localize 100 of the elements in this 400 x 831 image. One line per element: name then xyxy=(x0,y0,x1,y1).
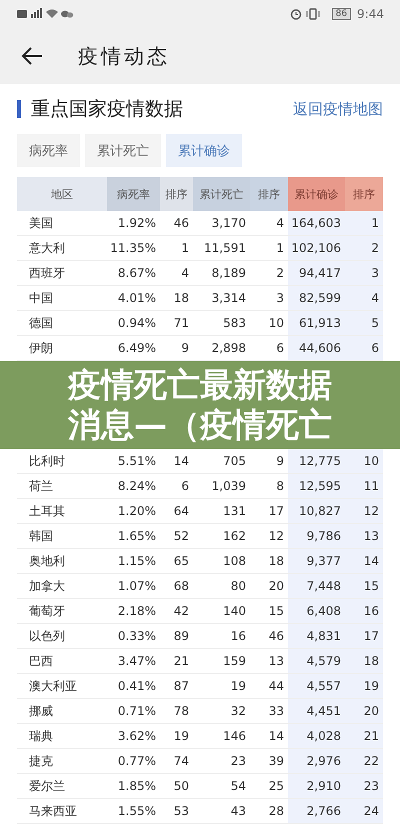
table-cell-text: 瑞典 xyxy=(28,728,54,744)
table-cell-text: 4 xyxy=(180,265,190,282)
table-cell-text: 6 xyxy=(275,340,285,357)
column-header[interactable]: 排序 xyxy=(345,177,383,211)
column-header[interactable]: 累计死亡 xyxy=(193,177,250,211)
table-cell-text: 3,170 xyxy=(210,215,247,232)
table-cell-text: 80 xyxy=(230,578,247,595)
table-cell: 23 xyxy=(345,774,383,798)
table-cell: 9,786 xyxy=(288,524,345,548)
table-cell-text: 162 xyxy=(222,528,247,545)
table-cell-text: 17 xyxy=(268,503,285,520)
table-cell-text: 1.65% xyxy=(116,528,157,545)
table-cell-text: 伊朗 xyxy=(28,340,54,356)
table-cell-text: 65 xyxy=(172,553,190,570)
table-cell: 13 xyxy=(345,524,383,548)
filter-tab[interactable]: 累计确诊 xyxy=(166,134,242,167)
table-cell-text: 13 xyxy=(268,653,285,670)
table-cell: 10,827 xyxy=(288,499,345,523)
table-cell-text: 89 xyxy=(172,628,190,645)
table-cell-text: 28 xyxy=(268,803,285,820)
table-cell: 21 xyxy=(345,724,383,748)
table-cell-text: 20 xyxy=(268,578,285,595)
table-cell-text: 韩国 xyxy=(28,528,54,544)
table-cell-text: 32 xyxy=(230,703,247,720)
column-header[interactable]: 排序 xyxy=(250,177,288,211)
banner-title: 疫情死亡最新数据消息—（疫情死亡 xyxy=(66,365,333,445)
table-cell-text: 8.67% xyxy=(116,265,157,282)
table-cell-text: 46 xyxy=(268,628,285,645)
back-icon[interactable] xyxy=(20,46,44,66)
table-cell-text: 71 xyxy=(172,315,190,332)
table-cell-text: 1,039 xyxy=(210,478,247,495)
table-cell: 11 xyxy=(345,474,383,498)
table-cell-text: 146 xyxy=(222,728,247,745)
table-cell-text: 43 xyxy=(230,803,247,820)
filter-tab[interactable]: 病死率 xyxy=(17,134,80,167)
battery-level: 86 xyxy=(332,8,352,20)
table-cell-text: 18 xyxy=(268,553,285,570)
table-cell: 2,766 xyxy=(288,799,345,823)
table-cell-text: 土耳其 xyxy=(28,502,66,520)
table-cell-text: 1.07% xyxy=(116,578,157,595)
table-cell-text: 0.71% xyxy=(116,703,157,720)
table-cell-text: 68 xyxy=(172,578,190,595)
table-cell-text: 18 xyxy=(172,290,190,307)
clock-time: 9:44 xyxy=(357,7,384,21)
table-cell-text: 44 xyxy=(268,678,285,695)
table-cell-text: 131 xyxy=(222,503,247,520)
table-cell: 6,408 xyxy=(288,599,345,623)
table-cell-text: 德国 xyxy=(28,314,54,332)
table-cell-text: 1.55% xyxy=(116,803,157,820)
table-cell-text: 21 xyxy=(172,653,190,670)
table-cell: 94,417 xyxy=(288,261,345,285)
table-cell-text: 1.85% xyxy=(116,778,157,795)
back-to-map-link[interactable]: 返回疫情地图 xyxy=(293,100,383,118)
table-cell-text: 39 xyxy=(268,753,285,770)
table-cell-text: 澳大利亚 xyxy=(28,678,78,694)
table-cell-text: 8,189 xyxy=(210,265,247,282)
table-cell-text: 2 xyxy=(275,265,285,282)
column-header[interactable]: 地区 xyxy=(17,177,107,211)
table-cell-text: 33 xyxy=(268,703,285,720)
table-cell: 7,448 xyxy=(288,574,345,598)
table-cell: 4,028 xyxy=(288,724,345,748)
table-cell-text: 64 xyxy=(172,503,190,520)
table-cell-text: 比利时 xyxy=(28,452,66,470)
table-cell-text: 荷兰 xyxy=(28,478,54,494)
table-cell-text: 46 xyxy=(172,215,190,232)
table-cell-text: 爱尔兰 xyxy=(28,778,66,794)
column-header[interactable]: 累计确诊 xyxy=(288,177,345,211)
table-cell: 164,603 xyxy=(288,211,345,235)
table-cell-text: 挪威 xyxy=(28,702,54,720)
table-cell: 22 xyxy=(345,749,383,773)
table-cell-text: 1.15% xyxy=(116,553,157,570)
table-cell-text: 12 xyxy=(268,528,285,545)
table-cell-text: 0.41% xyxy=(116,678,157,695)
table-cell-text: 19 xyxy=(230,678,247,695)
table-cell: 9,377 xyxy=(288,549,345,573)
table-cell-text: 583 xyxy=(222,315,247,332)
table-cell-text: 23 xyxy=(230,753,247,770)
table-cell-text: 54 xyxy=(230,778,247,795)
column-header[interactable]: 排序 xyxy=(160,177,193,211)
table-cell: 4,451 xyxy=(288,699,345,723)
table-cell: 19 xyxy=(345,674,383,698)
table-cell: 82,599 xyxy=(288,286,345,310)
table-cell-text: 78 xyxy=(172,703,190,720)
table-cell: 3 xyxy=(345,261,383,285)
table-cell: 102,106 xyxy=(288,236,345,260)
filter-tab[interactable]: 累计死亡 xyxy=(85,134,161,167)
table-cell-text: 52 xyxy=(172,528,190,545)
column-header[interactable]: 病死率 xyxy=(107,177,160,211)
table-cell: 4 xyxy=(345,286,383,310)
table-cell-text: 巴西 xyxy=(28,652,54,670)
table-cell-text: 10 xyxy=(268,315,285,332)
table-cell-text: 16 xyxy=(230,628,247,645)
table-cell: 12,595 xyxy=(288,474,345,498)
table-cell: 4,557 xyxy=(288,674,345,698)
table-cell: 5 xyxy=(345,311,383,335)
table-cell-text: 140 xyxy=(222,603,247,620)
table-cell-text: 意大利 xyxy=(28,240,66,256)
table-cell-text: 奥地利 xyxy=(28,552,66,570)
table-cell-text: 87 xyxy=(172,678,190,695)
table-cell: 17 xyxy=(345,624,383,648)
